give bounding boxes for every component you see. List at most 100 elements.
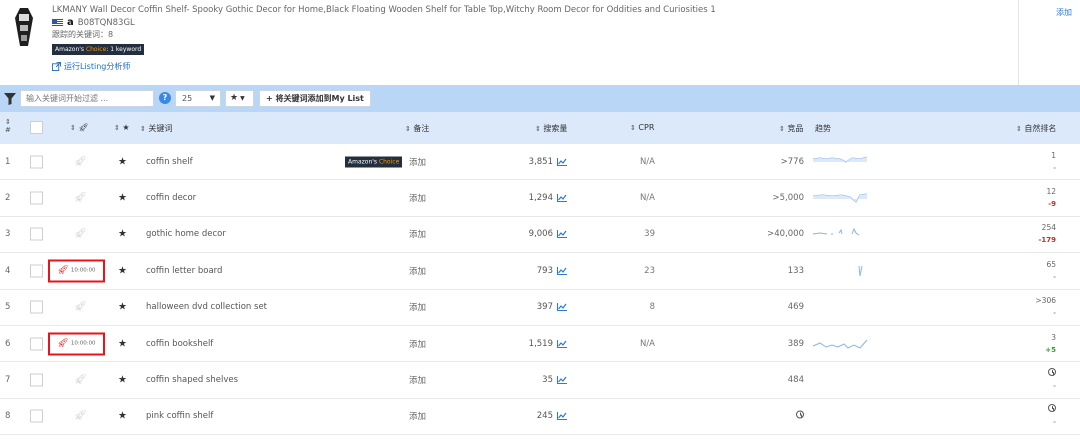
volume-chart-icon[interactable]: [557, 376, 567, 385]
add-to-my-list-button[interactable]: + 将关键词添加到My List: [259, 90, 371, 107]
rank-value: 1: [1051, 150, 1056, 160]
rocket-timer: 10:00:00: [70, 267, 96, 274]
trend-sparkline[interactable]: [812, 225, 868, 243]
filter-icon[interactable]: [4, 93, 16, 105]
rank-change: -: [1053, 382, 1056, 391]
star-icon[interactable]: ★: [118, 302, 127, 313]
help-icon[interactable]: ?: [159, 92, 171, 104]
rank-rocket-highlight[interactable]: 🚀︎ 10:00:00: [48, 332, 105, 356]
amazons-choice-badge: Amazon's Choice: [345, 156, 403, 168]
clock-icon: [1048, 368, 1056, 377]
row-checkbox[interactable]: [30, 409, 43, 423]
cpr-column-header[interactable]: ⇕ CPR: [630, 123, 654, 132]
table-row: 6 🚀︎ 10:00:00 ★ coffin bookshelf 添加 1,519 N/A 38…: [0, 326, 1080, 363]
row-checkbox[interactable]: [30, 300, 43, 314]
rank-value: 12: [1046, 187, 1056, 197]
us-flag-icon: [52, 19, 63, 26]
add-note-link[interactable]: 添加: [409, 192, 426, 204]
table-row: 2 🚀︎ ★ coffin decor 添加 1,294 N/A >5,000 12 -9: [0, 180, 1080, 217]
rocket-timer: 10:00:00: [70, 340, 96, 347]
rank-change: +5: [1045, 345, 1056, 354]
add-note-link[interactable]: 添加: [409, 374, 426, 386]
rocket-icon[interactable]: 🚀︎: [74, 193, 87, 204]
rocket-icon[interactable]: 🚀︎: [74, 302, 87, 313]
trend-sparkline[interactable]: [812, 189, 868, 207]
row-checkbox[interactable]: [30, 227, 43, 241]
add-button[interactable]: 添加: [1056, 7, 1072, 18]
row-checkbox[interactable]: [30, 373, 43, 387]
trend-sparkline[interactable]: [812, 262, 868, 280]
keyword-text[interactable]: coffin letter board: [146, 266, 222, 276]
table-header: ⇕ # ⇕ 🚀︎ ⇕ ★ ⇕ 关键词 ⇕ 备注 ⇕ 搜索量 ⇕ CPR ⇕ 竞品 …: [0, 112, 1080, 144]
product-title[interactable]: LKMANY Wall Decor Coffin Shelf- Spooky G…: [52, 5, 716, 15]
row-checkbox[interactable]: [30, 155, 43, 169]
row-checkbox[interactable]: [30, 264, 43, 278]
add-note-link[interactable]: 添加: [409, 301, 426, 313]
keyword-text[interactable]: coffin bookshelf: [146, 339, 213, 349]
rank-rocket-highlight[interactable]: 🚀︎ 10:00:00: [48, 259, 105, 283]
products-column-header[interactable]: ⇕ 竞品: [779, 123, 803, 134]
competing-products: 469: [787, 302, 804, 313]
notes-column-header[interactable]: ⇕ 备注: [405, 123, 429, 134]
keyword-text[interactable]: pink coffin shelf: [146, 411, 213, 421]
run-listing-label: 运行Listing分析师: [64, 62, 131, 71]
add-note-link[interactable]: 添加: [409, 410, 426, 422]
rocket-icon[interactable]: 🚀︎: [74, 156, 87, 167]
star-icon[interactable]: ★: [118, 375, 127, 386]
add-note-link[interactable]: 添加: [409, 156, 426, 168]
amazon-logo-icon: a: [67, 17, 74, 28]
volume-column-header[interactable]: ⇕ 搜索量: [535, 123, 567, 134]
rocket-icon[interactable]: 🚀︎: [74, 411, 87, 422]
volume-chart-icon[interactable]: [557, 230, 567, 239]
keyword-filter-input[interactable]: [20, 90, 154, 107]
select-all-checkbox[interactable]: [30, 121, 43, 134]
keyword-text[interactable]: gothic home decor: [146, 229, 226, 239]
volume-chart-icon[interactable]: [557, 303, 567, 312]
volume-chart-icon[interactable]: [557, 339, 567, 348]
cpr-value: 23: [644, 265, 655, 276]
row-checkbox[interactable]: [30, 191, 43, 205]
add-note-link[interactable]: 添加: [409, 338, 426, 350]
keyword-column-header[interactable]: ⇕ 关键词: [140, 123, 172, 134]
rocket-icon[interactable]: 🚀︎: [74, 229, 87, 240]
star-icon[interactable]: ★: [118, 411, 127, 422]
keyword-text[interactable]: halloween dvd collection set: [146, 302, 267, 312]
volume-chart-icon[interactable]: [557, 412, 567, 421]
plus-icon: +: [266, 94, 276, 103]
star-icon[interactable]: ★: [118, 229, 127, 240]
rocket-icon: 🚀︎: [57, 338, 69, 349]
organic-rank: 12 -9: [1046, 186, 1056, 210]
row-checkbox[interactable]: [30, 337, 43, 351]
keyword-text[interactable]: coffin shelf: [146, 157, 193, 167]
per-page-select[interactable]: 25 ▼: [175, 90, 221, 107]
keyword-col-label: 关键词: [148, 124, 173, 133]
star-filter-dropdown[interactable]: ★ ▼: [225, 90, 254, 107]
star-icon[interactable]: ★: [118, 338, 127, 349]
star-icon[interactable]: ★: [118, 193, 127, 204]
cpr-value: N/A: [639, 156, 655, 167]
search-volume: 1,294: [528, 193, 553, 204]
sort-index-header[interactable]: ⇕ #: [5, 118, 11, 134]
volume-chart-icon[interactable]: [557, 194, 567, 203]
rocket-icon[interactable]: 🚀︎: [74, 375, 87, 386]
sort-star-header[interactable]: ⇕ ★: [114, 123, 130, 132]
organic-rank-column-header[interactable]: ⇕ 自然排名: [1016, 123, 1056, 134]
volume-chart-icon[interactable]: [557, 266, 567, 275]
add-note-link[interactable]: 添加: [409, 228, 426, 240]
sort-icon: ⇕: [1016, 125, 1022, 133]
asin[interactable]: B08TQN83GL: [78, 18, 135, 28]
volume-chart-icon[interactable]: [557, 157, 567, 166]
trend-sparkline[interactable]: [812, 335, 868, 353]
star-icon[interactable]: ★: [118, 265, 127, 276]
keyword-text[interactable]: coffin shaped shelves: [146, 375, 238, 385]
trend-sparkline[interactable]: [812, 153, 868, 171]
sort-rocket-header[interactable]: ⇕ 🚀︎: [70, 123, 89, 132]
keyword-text[interactable]: coffin decor: [146, 193, 196, 203]
table-row: 1 🚀︎ ★ coffin shelf Amazon's Choice 添加 3,851 N/…: [0, 144, 1080, 181]
star-icon[interactable]: ★: [118, 156, 127, 167]
add-note-link[interactable]: 添加: [409, 265, 426, 277]
row-index: 1: [5, 156, 11, 167]
sort-icon: ⇕: [114, 124, 120, 132]
row-index: 2: [5, 193, 11, 204]
run-listing-analyst-link[interactable]: 运行Listing分析师: [52, 61, 130, 72]
